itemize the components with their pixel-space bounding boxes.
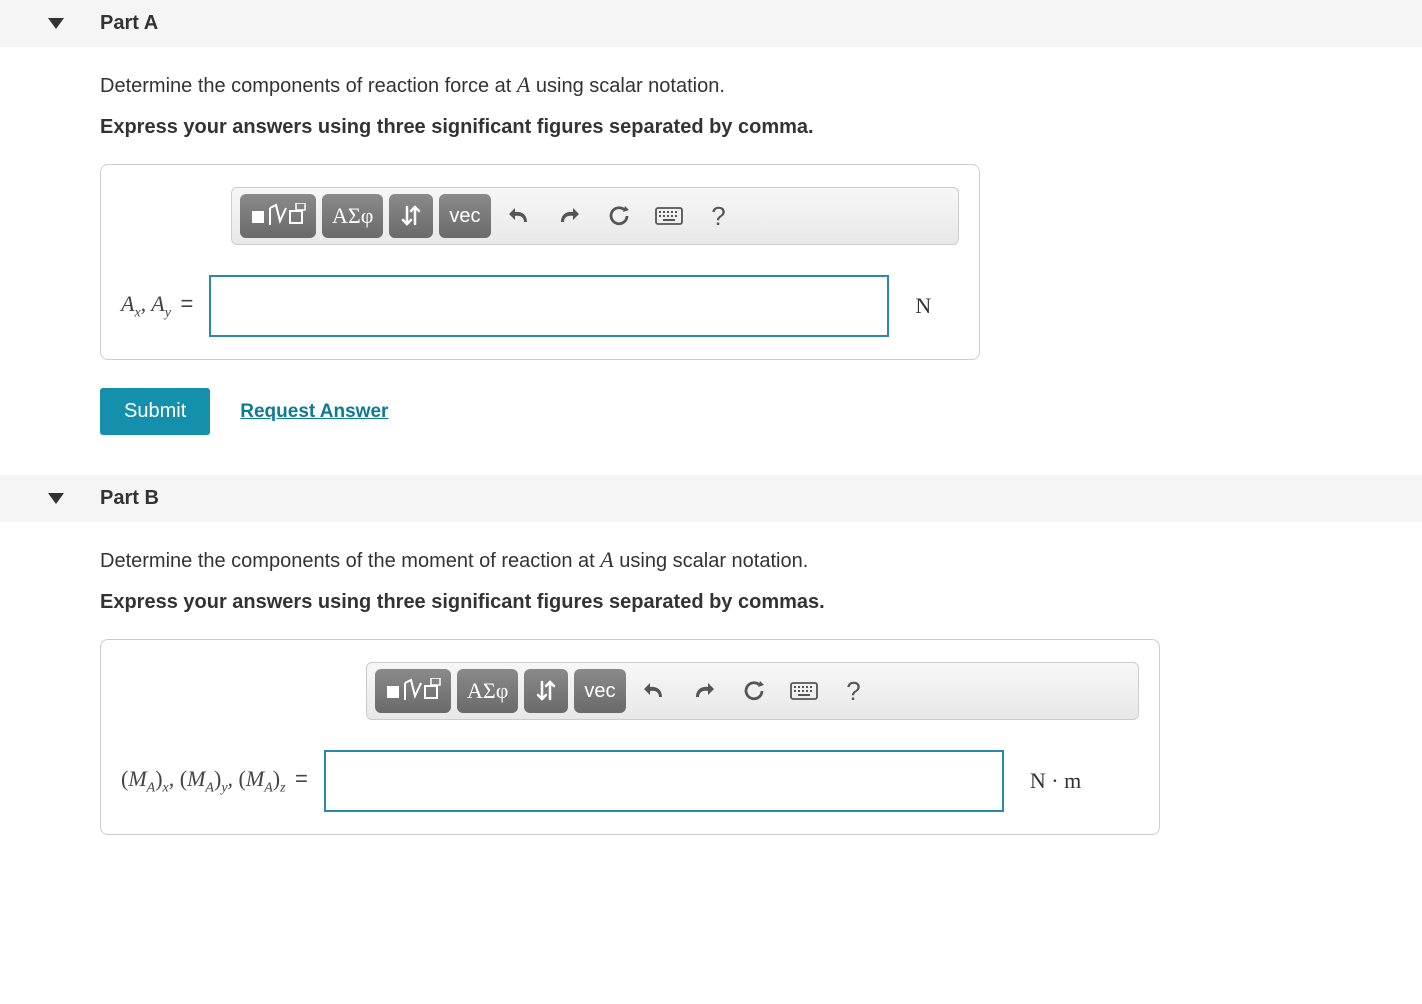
vec-button[interactable]: vec <box>439 194 490 238</box>
v-A2: A <box>205 780 214 795</box>
v-c1: ) <box>155 766 162 791</box>
question-pre-b: Determine the components of the moment o… <box>100 550 600 572</box>
question-post-b: using scalar notation. <box>614 550 809 572</box>
undo-icon <box>642 681 666 701</box>
keyboard-button[interactable] <box>647 194 691 238</box>
v-A1: A <box>147 780 156 795</box>
part-b-unit: N · m <box>1030 768 1081 794</box>
part-a-answer-box: ΑΣφ vec <box>100 164 980 360</box>
sort-button[interactable] <box>524 669 568 713</box>
question-var-b: A <box>600 547 613 572</box>
sort-icon <box>400 204 422 228</box>
equation-toolbar-b: ΑΣφ vec <box>366 662 1139 720</box>
question-post: using scalar notation. <box>530 75 725 97</box>
v-z: z <box>280 780 285 795</box>
v-A3: A <box>264 780 273 795</box>
keyboard-button[interactable] <box>782 669 826 713</box>
part-b-title: Part B <box>100 487 159 510</box>
var-sep: , <box>141 291 152 316</box>
question-var: A <box>517 72 530 97</box>
part-b-answer-box: ΑΣφ vec <box>100 639 1160 835</box>
part-b-body: Determine the components of the moment o… <box>0 522 1422 835</box>
v-M3: M <box>246 766 264 791</box>
sort-button[interactable] <box>389 194 433 238</box>
var-A1: A <box>121 291 134 316</box>
part-a-header[interactable]: Part A <box>0 0 1422 47</box>
part-a-actions: Submit Request Answer <box>100 388 1402 435</box>
vec-button[interactable]: vec <box>574 669 625 713</box>
help-button[interactable]: ? <box>697 194 741 238</box>
collapse-arrow-icon[interactable] <box>48 18 64 29</box>
help-button[interactable]: ? <box>832 669 876 713</box>
reset-icon <box>607 204 631 228</box>
part-a-answer-input[interactable] <box>209 275 889 337</box>
part-b-header[interactable]: Part B <box>0 475 1422 522</box>
templates-button[interactable] <box>240 194 316 238</box>
greek-button[interactable]: ΑΣφ <box>457 669 518 713</box>
part-a-title: Part A <box>100 12 158 35</box>
redo-button[interactable] <box>682 669 726 713</box>
part-a-var-label: Ax, Ay = <box>121 291 197 321</box>
part-b-input-row: (MA)x, (MA)y, (MA)z = N · m <box>121 750 1139 812</box>
part-a-body: Determine the components of reaction for… <box>0 47 1422 475</box>
undo-button[interactable] <box>497 194 541 238</box>
redo-button[interactable] <box>547 194 591 238</box>
keyboard-icon <box>790 682 818 700</box>
request-answer-link[interactable]: Request Answer <box>240 401 388 423</box>
part-b-var-label: (MA)x, (MA)y, (MA)z = <box>121 766 312 796</box>
v-s2: , <box>228 766 239 791</box>
equals-sign: = <box>180 291 193 316</box>
math-template-icon <box>250 203 306 229</box>
submit-button[interactable]: Submit <box>100 388 210 435</box>
equals-sign-b: = <box>295 766 308 791</box>
var-A2: A <box>151 291 164 316</box>
redo-icon <box>692 681 716 701</box>
part-a-unit: N <box>915 293 931 319</box>
question-pre: Determine the components of reaction for… <box>100 75 517 97</box>
reset-icon <box>742 679 766 703</box>
equation-toolbar: ΑΣφ vec <box>231 187 959 245</box>
redo-icon <box>557 206 581 226</box>
collapse-arrow-icon[interactable] <box>48 493 64 504</box>
v-M1: M <box>128 766 146 791</box>
templates-button[interactable] <box>375 669 451 713</box>
undo-icon <box>507 206 531 226</box>
undo-button[interactable] <box>632 669 676 713</box>
v-M2: M <box>187 766 205 791</box>
part-a-question: Determine the components of reaction for… <box>100 72 1402 98</box>
part-b-answer-input[interactable] <box>324 750 1004 812</box>
v-c3: ) <box>273 766 280 791</box>
reset-button[interactable] <box>732 669 776 713</box>
keyboard-icon <box>655 207 683 225</box>
sort-icon <box>535 679 557 703</box>
var-sub-y: y <box>165 305 171 320</box>
part-a-instruction: Express your answers using three signifi… <box>100 116 1402 139</box>
reset-button[interactable] <box>597 194 641 238</box>
v-s1: , <box>169 766 180 791</box>
part-b-instruction: Express your answers using three signifi… <box>100 591 1402 614</box>
part-a-input-row: Ax, Ay = N <box>121 275 959 337</box>
v-o2: ( <box>180 766 187 791</box>
v-o3: ( <box>239 766 246 791</box>
part-b-question: Determine the components of the moment o… <box>100 547 1402 573</box>
greek-button[interactable]: ΑΣφ <box>322 194 383 238</box>
math-template-icon <box>385 678 441 704</box>
